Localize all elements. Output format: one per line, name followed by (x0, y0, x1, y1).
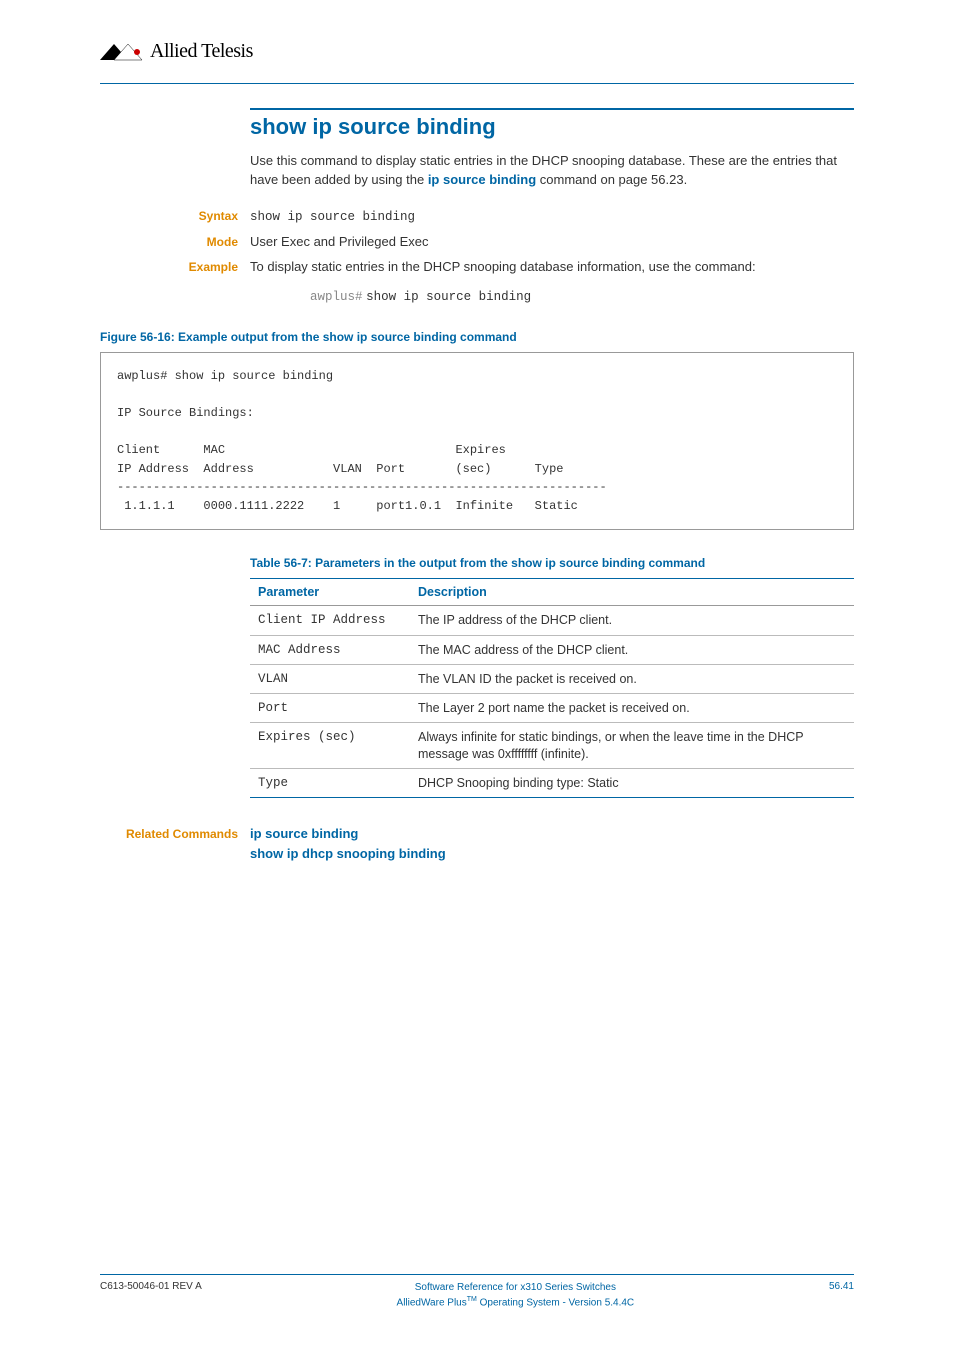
param-desc: The VLAN ID the packet is received on. (410, 664, 854, 693)
example-label: Example (189, 260, 238, 274)
related-link-show-ip-dhcp-snooping-binding[interactable]: show ip dhcp snooping binding (250, 846, 446, 861)
param-name: Type (250, 768, 410, 797)
mode-value: User Exec and Privileged Exec (250, 234, 428, 249)
mode-row: Mode User Exec and Privileged Exec (100, 234, 854, 249)
intro-after: command on page 56.23. (536, 172, 687, 187)
ip-source-binding-link[interactable]: ip source binding (428, 172, 536, 187)
param-name: VLAN (250, 664, 410, 693)
footer-left: C613-50046-01 REV A (100, 1281, 202, 1292)
logo-icon (100, 42, 144, 62)
param-desc: Always infinite for static bindings, or … (410, 723, 854, 769)
table-row: Client IP Address The IP address of the … (250, 606, 854, 635)
param-name: Expires (sec) (250, 723, 410, 769)
page-header: Allied Telesis (100, 40, 854, 63)
footer-right: 56.41 (829, 1281, 854, 1292)
th-parameter: Parameter (250, 579, 410, 606)
param-desc: The Layer 2 port name the packet is rece… (410, 694, 854, 723)
param-table: Parameter Description Client IP Address … (250, 578, 854, 798)
example-command: awplus# show ip source binding (310, 288, 854, 304)
table-row: Port The Layer 2 port name the packet is… (250, 694, 854, 723)
related-links: ip source binding show ip dhcp snooping … (250, 824, 446, 863)
intro-text: Use this command to display static entri… (250, 152, 854, 190)
table-caption: Table 56-7: Parameters in the output fro… (250, 556, 854, 570)
mode-label: Mode (207, 235, 238, 249)
table-row: Expires (sec) Always infinite for static… (250, 723, 854, 769)
header-divider (100, 83, 854, 84)
footer-center: Software Reference for x310 Series Switc… (397, 1281, 635, 1310)
syntax-row: Syntax show ip source binding (100, 208, 854, 224)
figure-caption: Figure 56-16: Example output from the sh… (100, 330, 854, 344)
code-output-box: awplus# show ip source binding IP Source… (100, 352, 854, 531)
param-name: MAC Address (250, 635, 410, 664)
param-desc: DHCP Snooping binding type: Static (410, 768, 854, 797)
related-link-ip-source-binding[interactable]: ip source binding (250, 826, 358, 841)
logo: Allied Telesis (100, 40, 253, 63)
footer-center-line2-after: Operating System - Version 5.4.4C (477, 1297, 634, 1308)
example-row: Example To display static entries in the… (100, 259, 854, 274)
syntax-label: Syntax (199, 209, 238, 223)
param-name: Client IP Address (250, 606, 410, 635)
related-label: Related Commands (126, 827, 238, 841)
page-footer: C613-50046-01 REV A Software Reference f… (100, 1274, 854, 1310)
table-block: Table 56-7: Parameters in the output fro… (250, 556, 854, 798)
example-cmd: show ip source binding (366, 290, 531, 304)
param-desc: The MAC address of the DHCP client. (410, 635, 854, 664)
title-block: show ip source binding Use this command … (250, 108, 854, 190)
logo-text: Allied Telesis (150, 40, 253, 63)
syntax-value: show ip source binding (250, 210, 415, 224)
footer-center-line1: Software Reference for x310 Series Switc… (415, 1282, 616, 1293)
page-title: show ip source binding (250, 108, 854, 140)
table-row: MAC Address The MAC address of the DHCP … (250, 635, 854, 664)
th-description: Description (410, 579, 854, 606)
example-text: To display static entries in the DHCP sn… (250, 259, 756, 274)
param-name: Port (250, 694, 410, 723)
footer-divider (100, 1274, 854, 1275)
table-row: Type DHCP Snooping binding type: Static (250, 768, 854, 797)
prompt: awplus# (310, 290, 363, 304)
related-row: Related Commands ip source binding show … (100, 824, 854, 863)
table-row: VLAN The VLAN ID the packet is received … (250, 664, 854, 693)
param-desc: The IP address of the DHCP client. (410, 606, 854, 635)
trademark: TM (467, 1296, 477, 1303)
footer-center-line2-before: AlliedWare Plus (397, 1297, 467, 1308)
